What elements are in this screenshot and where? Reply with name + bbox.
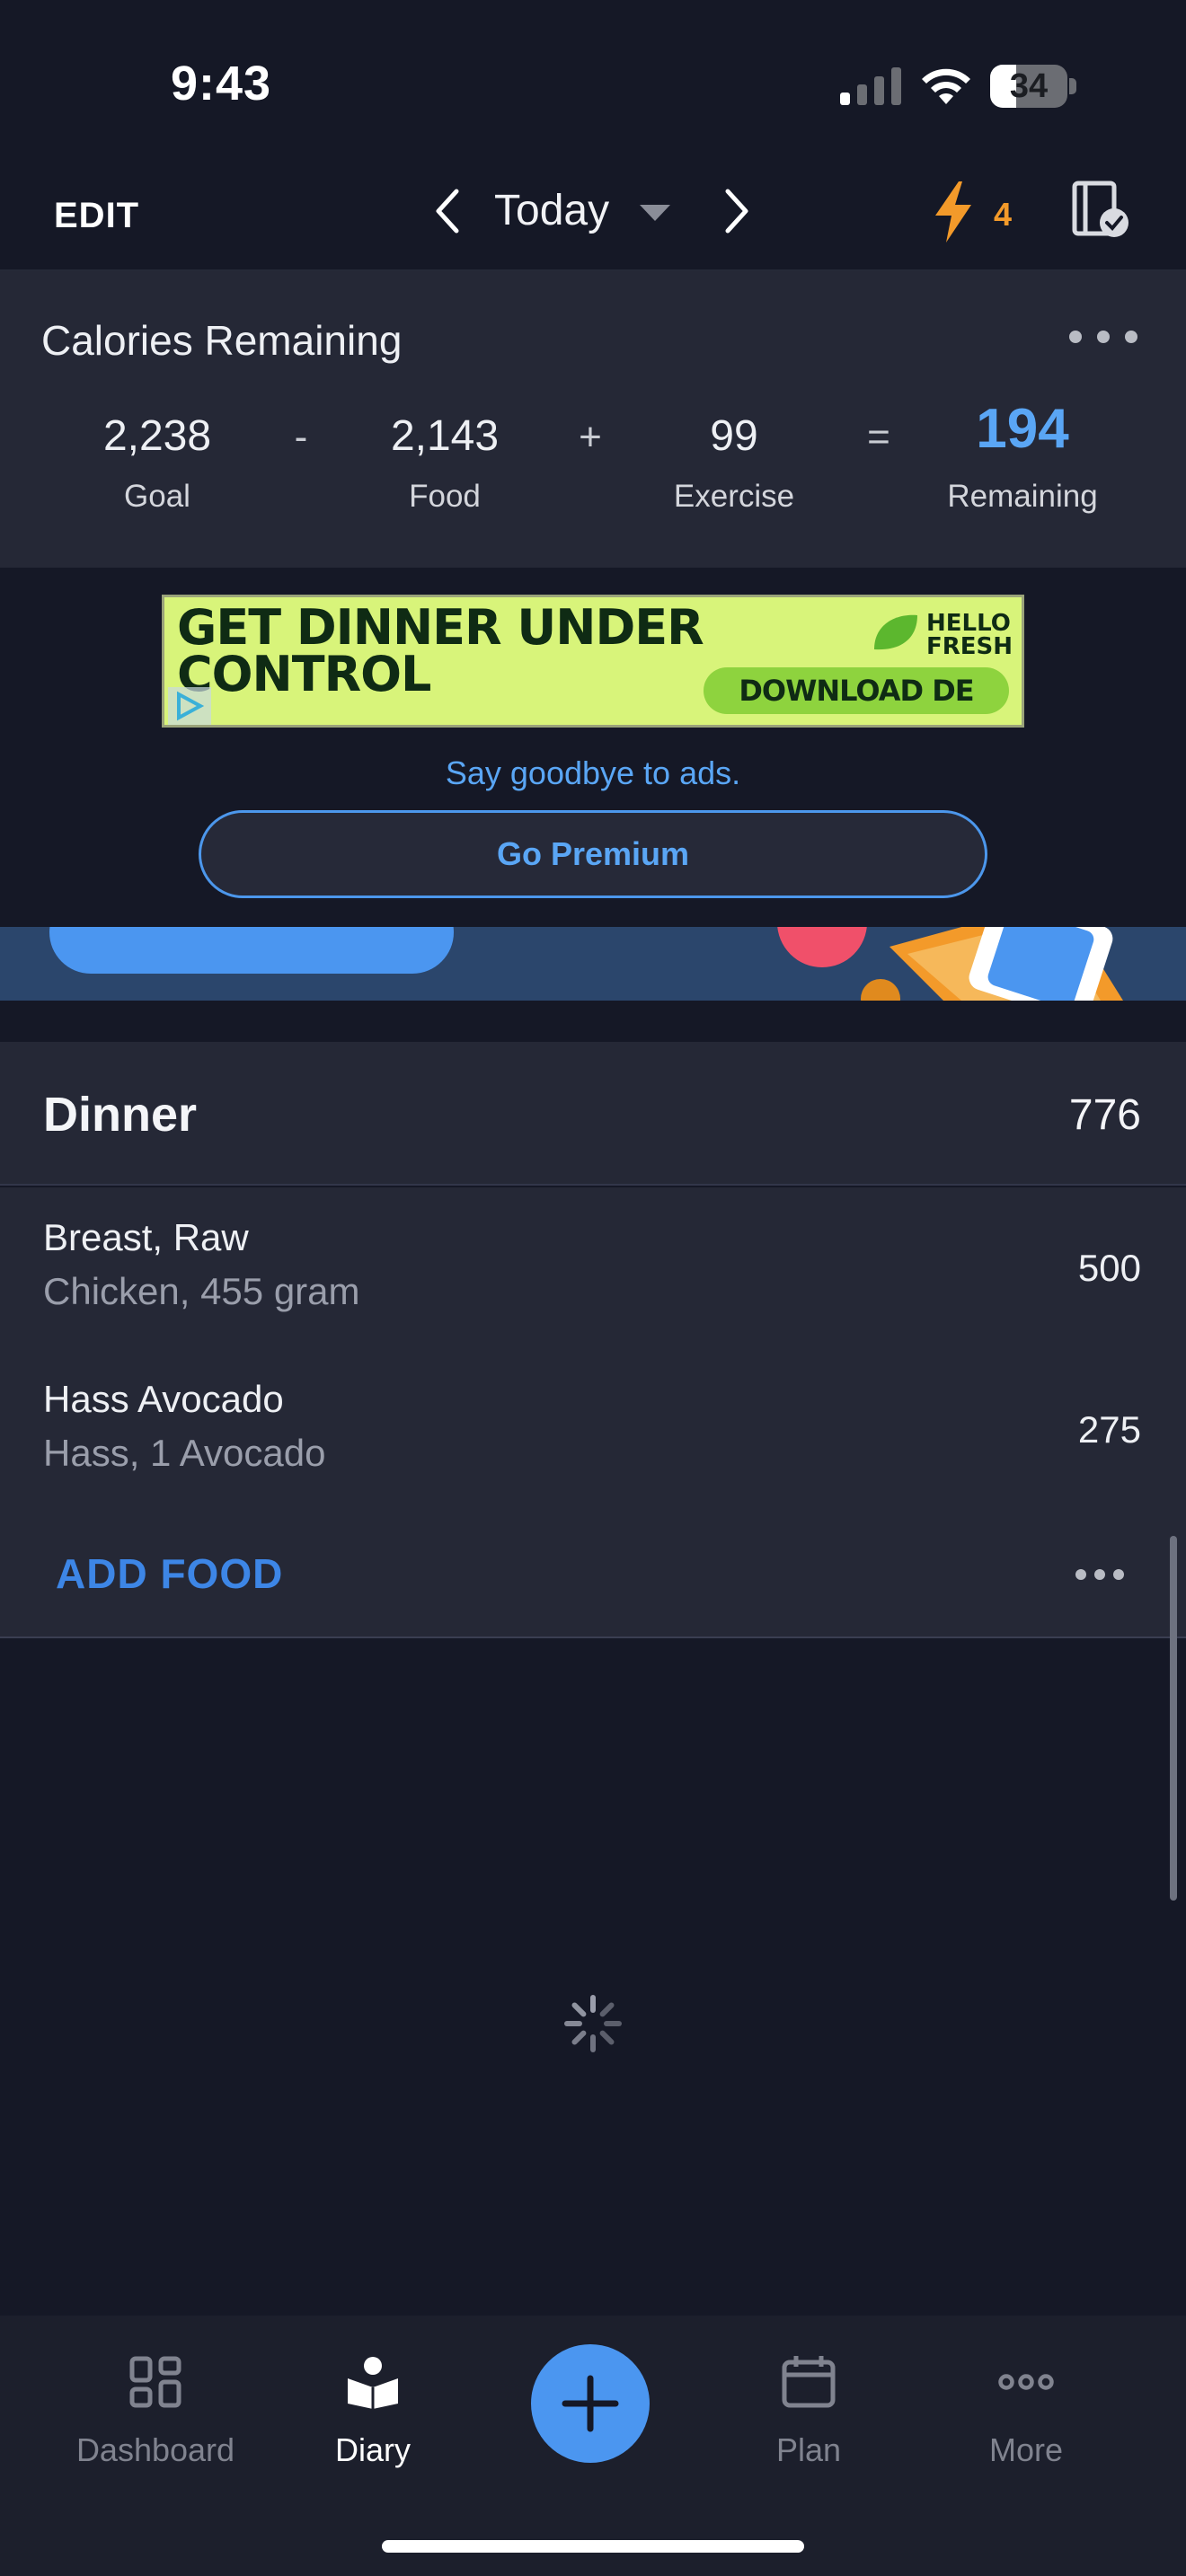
remaining-label: Remaining: [947, 479, 1098, 514]
chevron-left-icon[interactable]: [429, 184, 465, 238]
promo-banner-strip[interactable]: [0, 927, 1186, 1001]
add-entry-button[interactable]: [531, 2344, 650, 2463]
ad-download-button[interactable]: DOWNLOAD DE APP: [704, 667, 1009, 725]
goal-label: Goal: [124, 479, 190, 514]
food-item-name[interactable]: Breast, Raw: [43, 1216, 249, 1259]
caret-down-icon[interactable]: [640, 205, 670, 223]
scrollbar[interactable]: [1170, 1536, 1177, 1901]
go-premium-button[interactable]: Go Premium: [199, 810, 987, 898]
remaining-value: 194: [976, 398, 1069, 460]
battery-percent: 34: [1009, 67, 1049, 105]
food-value: 2,143: [390, 412, 500, 460]
diary-check-icon[interactable]: [1071, 180, 1130, 239]
meal-total-calories: 776: [1068, 1091, 1141, 1139]
food-item-calories[interactable]: 275: [952, 1408, 1141, 1451]
tab-label-more[interactable]: More: [918, 2431, 1134, 2469]
add-food-button[interactable]: ADD FOOD: [56, 1549, 283, 1598]
ad-banner[interactable]: GET DINNER UNDER CONTROL HELLO FRESH DOW…: [162, 595, 1024, 728]
ad-brand: HELLO FRESH: [926, 610, 1013, 660]
remove-ads-text: Say goodbye to ads.: [445, 754, 741, 791]
goal-value: 2,238: [102, 412, 212, 460]
wifi-icon: [922, 68, 970, 104]
status-time: 9:43: [171, 57, 272, 110]
adchoices-icon[interactable]: [168, 687, 211, 725]
food-item-description[interactable]: Chicken, 455 gram: [43, 1270, 360, 1313]
diary-icon[interactable]: [344, 2353, 402, 2411]
exercise-value: 99: [710, 412, 758, 460]
food-item-name[interactable]: Hass Avocado: [43, 1378, 284, 1421]
ad-headline: GET DINNER UNDER CONTROL: [177, 599, 704, 702]
cellular-signal-icon: [840, 67, 901, 105]
food-item-calories[interactable]: 500: [952, 1247, 1141, 1290]
more-options-icon[interactable]: [1067, 329, 1139, 345]
calendar-icon[interactable]: [780, 2353, 837, 2411]
exercise-label: Exercise: [673, 479, 795, 514]
more-options-icon[interactable]: [1075, 1568, 1125, 1581]
tab-label-diary[interactable]: Diary: [265, 2431, 481, 2469]
plus-icon: [562, 2375, 619, 2432]
chevron-right-icon[interactable]: [719, 184, 755, 238]
food-item-description[interactable]: Hass, 1 Avocado: [43, 1432, 325, 1475]
lightning-bolt-icon[interactable]: [930, 180, 977, 244]
meal-title: Dinner: [43, 1088, 198, 1142]
minus-operator: -: [294, 415, 308, 459]
dashboard-icon[interactable]: [127, 2353, 184, 2411]
loading-spinner-icon: [564, 1995, 622, 2052]
battery-indicator: 34: [990, 65, 1076, 108]
hellofresh-leaf-icon: [874, 614, 917, 650]
date-selector[interactable]: Today: [494, 186, 609, 235]
streak-count[interactable]: 4: [994, 196, 1012, 234]
more-icon[interactable]: [997, 2353, 1055, 2411]
edit-button[interactable]: EDIT: [54, 196, 139, 236]
tab-label-dashboard[interactable]: Dashboard: [48, 2431, 263, 2469]
calories-title: Calories Remaining: [41, 317, 403, 364]
home-indicator[interactable]: [382, 2540, 804, 2553]
food-label: Food: [409, 479, 481, 514]
plus-operator: +: [579, 415, 602, 459]
equals-operator: =: [867, 415, 890, 459]
tab-label-plan[interactable]: Plan: [701, 2431, 916, 2469]
